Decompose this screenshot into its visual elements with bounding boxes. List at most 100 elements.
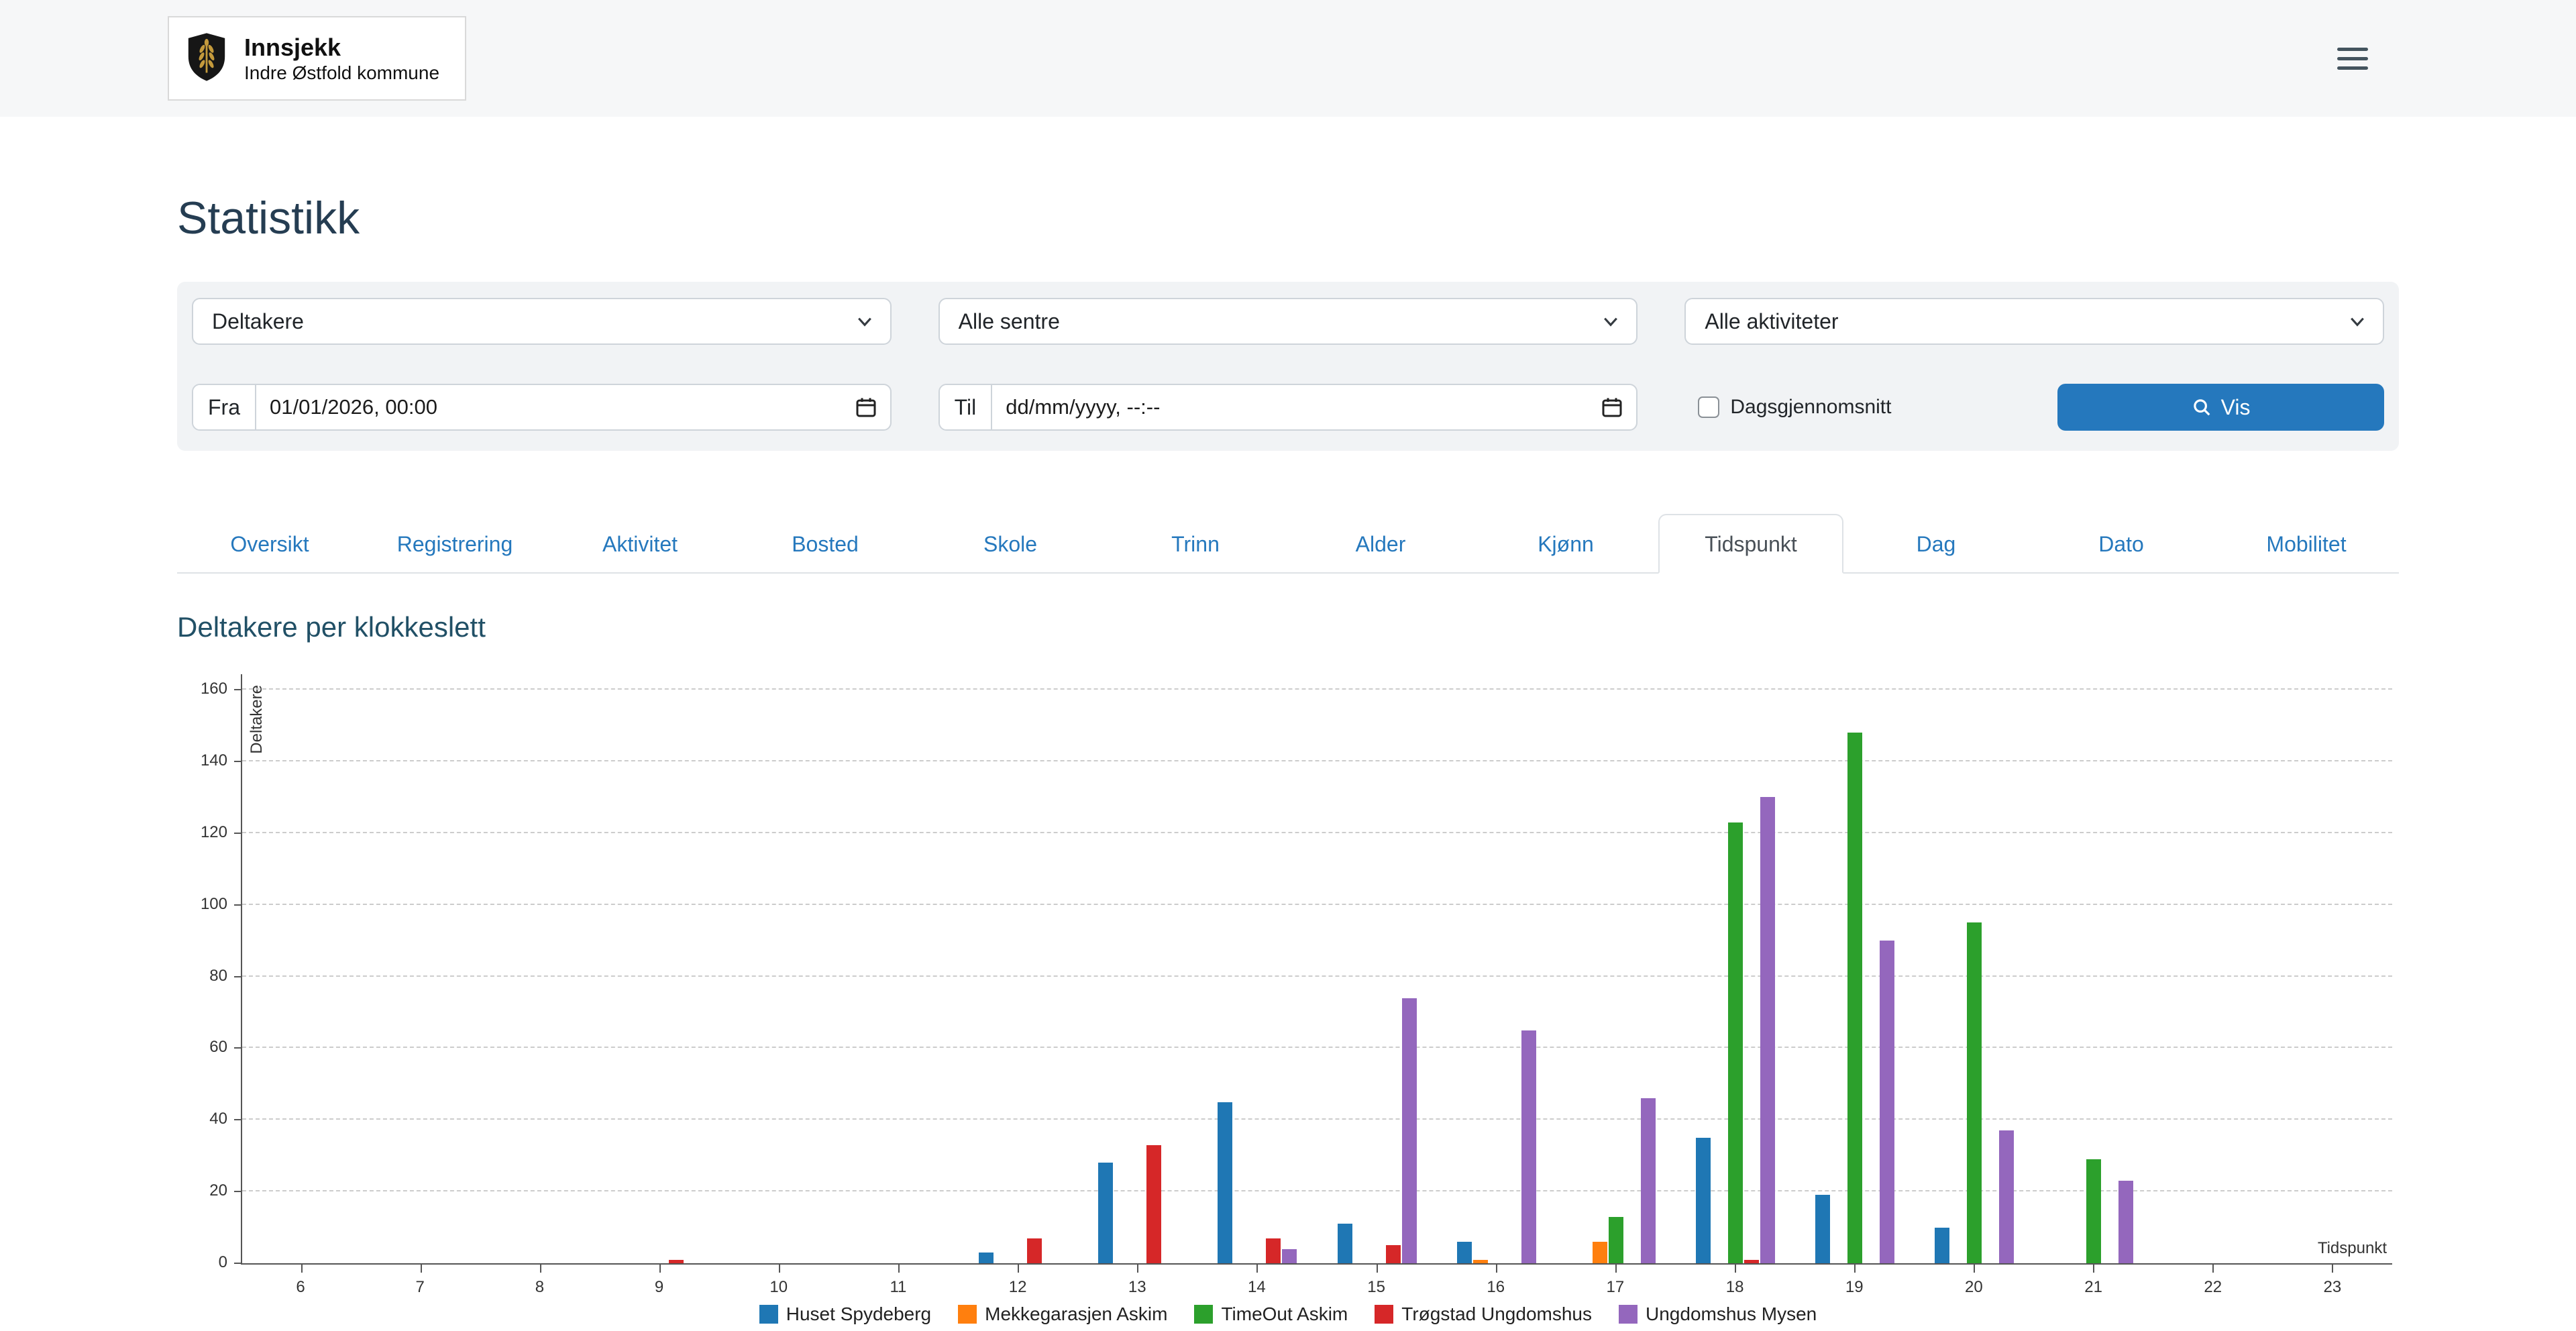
bar-slot	[1998, 1130, 2015, 1263]
participant-type-select[interactable]: Deltakere	[192, 298, 892, 345]
stats-tabs: OversiktRegistreringAktivitetBostedSkole…	[177, 514, 2399, 574]
tab-mobilitet[interactable]: Mobilitet	[2214, 514, 2399, 574]
legend-item-timeout-askim[interactable]: TimeOut Askim	[1194, 1303, 1348, 1325]
hamburger-icon	[2337, 66, 2368, 70]
centers-select[interactable]: Alle sentre	[938, 298, 1638, 345]
bar-chart: Deltakere Tidspunkt 02040608010012014016…	[177, 674, 2399, 1325]
bar-ungdomshus-mysen-19[interactable]	[1880, 941, 1894, 1263]
bar-trøgstad-ungdomshus-14[interactable]	[1266, 1238, 1281, 1263]
bar-group-19	[1815, 733, 1895, 1263]
bar-ungdomshus-mysen-16[interactable]	[1521, 1030, 1536, 1263]
chart-title: Deltakere per klokkeslett	[177, 611, 2399, 643]
bar-huset-spydeberg-16[interactable]	[1457, 1242, 1472, 1263]
chevron-down-icon	[1601, 312, 1620, 331]
bar-trøgstad-ungdomshus-18[interactable]	[1744, 1260, 1759, 1263]
show-button[interactable]: Vis	[2057, 384, 2384, 431]
tab-kjønn[interactable]: Kjønn	[1473, 514, 1658, 574]
bar-slot	[1456, 1242, 1472, 1263]
tab-dato[interactable]: Dato	[2029, 514, 2214, 574]
bar-slot	[1815, 1195, 1831, 1263]
bar-mekkegarasjen-askim-16[interactable]	[1473, 1260, 1488, 1263]
main-content: Statistikk Deltakere Alle sentre	[177, 192, 2399, 1325]
bar-huset-spydeberg-12[interactable]	[979, 1253, 994, 1263]
legend-item-mekkegarasjen-askim[interactable]: Mekkegarasjen Askim	[958, 1303, 1167, 1325]
search-icon	[2192, 397, 2212, 417]
y-tick	[234, 761, 242, 762]
bar-ungdomshus-mysen-15[interactable]	[1402, 998, 1417, 1263]
bar-slot	[1934, 1228, 1950, 1263]
brand-subtitle: Indre Østfold kommune	[244, 62, 439, 85]
tab-oversikt[interactable]: Oversikt	[177, 514, 362, 574]
bar-slot	[1966, 922, 1982, 1263]
legend-label: TimeOut Askim	[1221, 1303, 1348, 1325]
tab-alder[interactable]: Alder	[1288, 514, 1473, 574]
bar-mekkegarasjen-askim-17[interactable]	[1593, 1242, 1607, 1263]
tab-aktivitet[interactable]: Aktivitet	[547, 514, 733, 574]
legend-swatch-icon	[1375, 1305, 1393, 1324]
legend-item-huset-spydeberg[interactable]: Huset Spydeberg	[759, 1303, 931, 1325]
bar-timeout-askim-18[interactable]	[1728, 822, 1743, 1263]
bar-timeout-askim-19[interactable]	[1847, 733, 1862, 1263]
bar-huset-spydeberg-19[interactable]	[1815, 1195, 1830, 1263]
y-tick-label: 140	[183, 751, 227, 770]
brand-logo-box[interactable]: Innsjekk Indre Østfold kommune	[168, 16, 466, 101]
calendar-icon[interactable]	[855, 385, 890, 429]
bar-huset-spydeberg-13[interactable]	[1098, 1163, 1113, 1263]
legend-label: Ungdomshus Mysen	[1646, 1303, 1817, 1325]
hamburger-menu-button[interactable]	[2330, 41, 2375, 76]
bar-huset-spydeberg-14[interactable]	[1218, 1102, 1232, 1263]
show-button-label: Vis	[2221, 395, 2251, 420]
tab-skole[interactable]: Skole	[918, 514, 1103, 574]
legend-item-trøgstad-ungdomshus[interactable]: Trøgstad Ungdomshus	[1375, 1303, 1592, 1325]
legend-item-ungdomshus-mysen[interactable]: Ungdomshus Mysen	[1619, 1303, 1817, 1325]
bar-ungdomshus-mysen-21[interactable]	[2118, 1181, 2133, 1263]
bar-trøgstad-ungdomshus-15[interactable]	[1386, 1245, 1401, 1263]
chevron-down-icon	[2348, 312, 2367, 331]
y-tick-label: 160	[183, 680, 227, 698]
to-datetime-input[interactable]: dd/mm/yyyy, --:--	[992, 385, 1601, 429]
bar-timeout-askim-20[interactable]	[1967, 922, 1982, 1263]
legend-swatch-icon	[1619, 1305, 1638, 1324]
bar-group-16	[1456, 1030, 1537, 1263]
bar-slot	[2118, 1181, 2134, 1263]
bar-slot	[1472, 1260, 1489, 1263]
bar-ungdomshus-mysen-18[interactable]	[1760, 797, 1775, 1263]
legend-label: Mekkegarasjen Askim	[985, 1303, 1167, 1325]
bar-group-14	[1217, 1102, 1297, 1263]
centers-select-value: Alle sentre	[959, 309, 1060, 334]
y-gridline-160	[242, 688, 2392, 690]
bar-slot	[1847, 733, 1863, 1263]
calendar-icon[interactable]	[1601, 385, 1636, 429]
tab-registrering[interactable]: Registrering	[362, 514, 547, 574]
tab-bosted[interactable]: Bosted	[733, 514, 918, 574]
bar-group-15	[1337, 998, 1417, 1263]
bar-trøgstad-ungdomshus-9[interactable]	[669, 1260, 684, 1263]
bar-huset-spydeberg-15[interactable]	[1338, 1224, 1352, 1263]
participant-type-select-value: Deltakere	[212, 309, 304, 334]
legend-label: Huset Spydeberg	[786, 1303, 931, 1325]
from-datetime-input[interactable]: 01/01/2026, 00:00	[256, 385, 855, 429]
bar-timeout-askim-21[interactable]	[2086, 1159, 2101, 1263]
tab-trinn[interactable]: Trinn	[1103, 514, 1288, 574]
day-average-checkbox[interactable]	[1698, 396, 1719, 418]
x-tick-label-11: 11	[890, 1278, 906, 1297]
tab-tidspunkt[interactable]: Tidspunkt	[1658, 514, 1843, 574]
bar-ungdomshus-mysen-14[interactable]	[1282, 1249, 1297, 1263]
bar-huset-spydeberg-20[interactable]	[1935, 1228, 1949, 1263]
bar-huset-spydeberg-18[interactable]	[1696, 1138, 1711, 1263]
activities-select[interactable]: Alle aktiviteter	[1684, 298, 2384, 345]
bar-trøgstad-ungdomshus-12[interactable]	[1027, 1238, 1042, 1263]
x-tick-label-20: 20	[1965, 1278, 1983, 1297]
bar-ungdomshus-mysen-20[interactable]	[1999, 1130, 2014, 1263]
bar-ungdomshus-mysen-17[interactable]	[1641, 1098, 1656, 1263]
x-axis-title: Tidspunkt	[2318, 1239, 2387, 1258]
y-tick	[234, 689, 242, 690]
legend-swatch-icon	[1194, 1305, 1213, 1324]
bar-slot	[1743, 1260, 1760, 1263]
x-tick-label-23: 23	[2324, 1278, 2342, 1297]
bar-trøgstad-ungdomshus-13[interactable]	[1146, 1145, 1161, 1263]
tab-dag[interactable]: Dag	[1843, 514, 2029, 574]
bar-timeout-askim-17[interactable]	[1609, 1217, 1623, 1263]
hamburger-icon	[2337, 57, 2368, 60]
to-label: Til	[940, 385, 993, 429]
